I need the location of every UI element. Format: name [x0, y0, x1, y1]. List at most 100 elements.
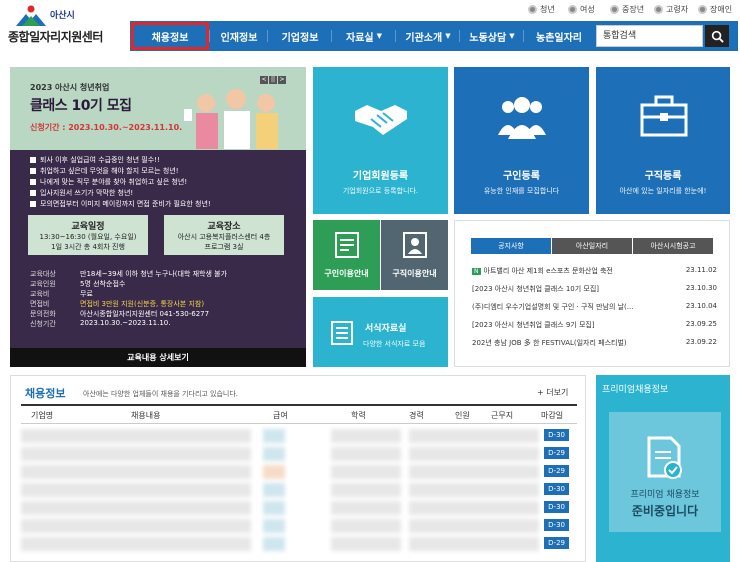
- col-content: 채용내용: [131, 411, 161, 420]
- col-headcount: 인원: [455, 411, 470, 420]
- table-row[interactable]: D-29: [21, 535, 577, 553]
- check-icon: [30, 179, 36, 185]
- info-row: 신청기간 2023.10.30.~2023.11.10.: [30, 319, 171, 328]
- search-button[interactable]: [705, 25, 729, 47]
- logo-title[interactable]: 종합일자리지원센터: [8, 28, 103, 45]
- nav-item-library[interactable]: 자료실 ▼: [332, 21, 396, 51]
- document-icon: [331, 321, 353, 345]
- prev-icon[interactable]: <: [260, 76, 268, 84]
- banner-bullet: 입사지원서 쓰기가 막막한 청년!: [30, 188, 133, 198]
- deadline-badge: D-30: [544, 501, 569, 513]
- new-badge: N: [472, 268, 481, 275]
- tab-exam-notice[interactable]: 아산시시험공고: [633, 238, 713, 254]
- notice-row[interactable]: (주)디엠티 우수기업설명회 및 구인 · 구직 만남의 날(... 23.10.…: [472, 302, 717, 312]
- search-input[interactable]: 통합검색: [596, 25, 703, 47]
- table-row[interactable]: D-30: [21, 427, 577, 445]
- id-card-icon: [403, 232, 427, 258]
- jobs-title: 채용정보: [25, 387, 66, 400]
- banner-bullet: 모의면접부터 이미지 메이킹까지 면접 준비가 필요한 청년!: [30, 199, 211, 209]
- job-list-panel: 채용정보 아산에는 다양한 업체들이 채용을 기다리고 있습니다. + 더보기 …: [10, 375, 586, 562]
- deadline-badge: D-29: [544, 447, 569, 459]
- slider-controls: < || >: [260, 76, 286, 84]
- table-row[interactable]: D-29: [21, 463, 577, 481]
- util-link-youth[interactable]: 청년: [528, 2, 555, 16]
- deadline-badge: D-29: [544, 465, 569, 477]
- user-icon: [610, 4, 619, 14]
- premium-title: 프리미엄채용정보: [602, 385, 669, 395]
- check-icon: [30, 190, 36, 196]
- document-check-icon: [647, 436, 682, 479]
- nav-item-rural[interactable]: 농촌일자리: [524, 21, 594, 51]
- col-company: 기업명: [31, 411, 54, 420]
- notice-row[interactable]: [2023 아산시 청년취업 클래스 9기 모집] 23.09.25: [472, 320, 717, 330]
- notice-row[interactable]: N 아트밸리 아산 제1회 e스포츠 문화산업 축전 23.11.02: [472, 266, 717, 276]
- briefcase-icon: [640, 95, 688, 137]
- util-link-women[interactable]: 여성: [568, 2, 595, 16]
- info-row: 교육대상 만18세~39세 이하 청년 누구나(대학 재학생 불가: [30, 270, 228, 278]
- tile-hire-guide[interactable]: 구인이용안내: [313, 220, 380, 290]
- banner-bullet: 퇴사 이후 실업급여 수급중인 청년 필수!!: [30, 155, 160, 165]
- col-career: 경력: [409, 411, 424, 420]
- detail-button[interactable]: 교육내용 상세보기: [10, 348, 306, 367]
- nav-item-about[interactable]: 기관소개 ▼: [396, 21, 460, 51]
- notice-row[interactable]: [2023 아산시 청년취업 클래스 10기 모집] 23.10.30: [472, 284, 717, 294]
- tile-seek-guide[interactable]: 구직이용안내: [381, 220, 448, 290]
- nav-item-talent[interactable]: 인재정보: [210, 21, 268, 51]
- search-icon: [711, 30, 724, 43]
- util-link-senior[interactable]: 고령자: [654, 2, 688, 16]
- util-link-disabled[interactable]: 장애인: [698, 2, 732, 16]
- deadline-badge: D-30: [544, 483, 569, 495]
- info-row: 교육비 무료: [30, 290, 93, 298]
- col-salary: 급여: [273, 411, 288, 420]
- more-link[interactable]: + 더보기: [537, 387, 568, 398]
- user-icon: [654, 4, 663, 14]
- deadline-badge: D-30: [544, 429, 569, 441]
- tab-asan-jobs[interactable]: 아산일자리: [552, 238, 632, 254]
- table-row[interactable]: D-29: [21, 445, 577, 463]
- util-link-middle-aged[interactable]: 중장년: [610, 2, 644, 16]
- people-illustration-icon: [184, 89, 278, 149]
- banner-period: 신청기간 : 2023.10.30.~2023.11.10.: [30, 123, 183, 132]
- chevron-down-icon: ▼: [509, 32, 515, 40]
- tile-company-register[interactable]: 기업회원등록 기업회원으로 등록합니다.: [313, 67, 448, 214]
- table-row[interactable]: D-30: [21, 499, 577, 517]
- handshake-icon: [355, 105, 407, 135]
- deadline-badge: D-29: [544, 537, 569, 549]
- info-row: 문의전화 아산시종합일자리지원센터 041-530-6277: [30, 310, 210, 318]
- col-education: 학력: [351, 411, 366, 420]
- form-icon: [335, 232, 359, 258]
- nav-item-company[interactable]: 기업정보: [268, 21, 332, 51]
- tile-form-library[interactable]: 서식자료실 다양한 서식자료 모음: [313, 297, 448, 367]
- chevron-down-icon: ▼: [376, 32, 382, 40]
- info-row: 면접비 면접비 3만원 지원(신분증, 통장사본 지참): [30, 300, 205, 308]
- group-icon: [498, 97, 546, 139]
- jobs-description: 아산에는 다양한 업체들이 채용을 기다리고 있습니다.: [83, 390, 239, 398]
- banner-bullet: 나에게 맞는 직무 분야를 찾아 취업하고 싶은 청년!: [30, 177, 187, 187]
- next-icon[interactable]: >: [278, 76, 286, 84]
- logo-city-name[interactable]: 아산시: [50, 8, 75, 21]
- check-icon: [30, 157, 36, 163]
- notice-tabs: 공지사항 아산일자리 아산시시험공고: [471, 238, 714, 254]
- tile-recruit-register[interactable]: 구인등록 유능한 인재를 모집합니다: [454, 67, 589, 214]
- table-row[interactable]: D-30: [21, 517, 577, 535]
- table-header: 기업명 채용내용 급여 학력 경력 인원 근무지 마감일: [21, 404, 577, 424]
- premium-placeholder: 프리미엄 채용정보 준비중입니다: [609, 412, 721, 532]
- check-icon: [30, 201, 36, 207]
- pause-icon[interactable]: ||: [269, 76, 277, 84]
- promo-banner[interactable]: 2023 아산시 청년취업 클래스 10기 모집 신청기간 : 2023.10.…: [10, 67, 306, 367]
- info-row: 교육인원 5명 선착순접수: [30, 280, 126, 288]
- col-location: 근무지: [491, 411, 514, 420]
- banner-subtitle: 2023 아산시 청년취업: [30, 83, 110, 92]
- city-logo-icon[interactable]: [14, 4, 48, 28]
- tab-notice[interactable]: 공지사항: [471, 238, 551, 254]
- user-icon: [568, 4, 577, 14]
- tile-jobseek-register[interactable]: 구직등록 아산에 있는 일자리를 한눈에!: [596, 67, 730, 214]
- col-deadline: 마감일: [541, 411, 564, 420]
- nav-item-jobs[interactable]: 채용정보: [130, 21, 210, 51]
- nav-item-labor[interactable]: 노동상담 ▼: [460, 21, 524, 51]
- user-icon: [528, 4, 537, 14]
- table-row[interactable]: D-30: [21, 481, 577, 499]
- user-icon: [698, 4, 707, 14]
- notice-row[interactable]: 202년 충남 JOB 多 한 FESTIVAL(일자리 페스티벌) 23.09.…: [472, 338, 717, 348]
- banner-bullet: 취업하고 싶은데 무엇을 해야 할지 모르는 청년!: [30, 166, 179, 176]
